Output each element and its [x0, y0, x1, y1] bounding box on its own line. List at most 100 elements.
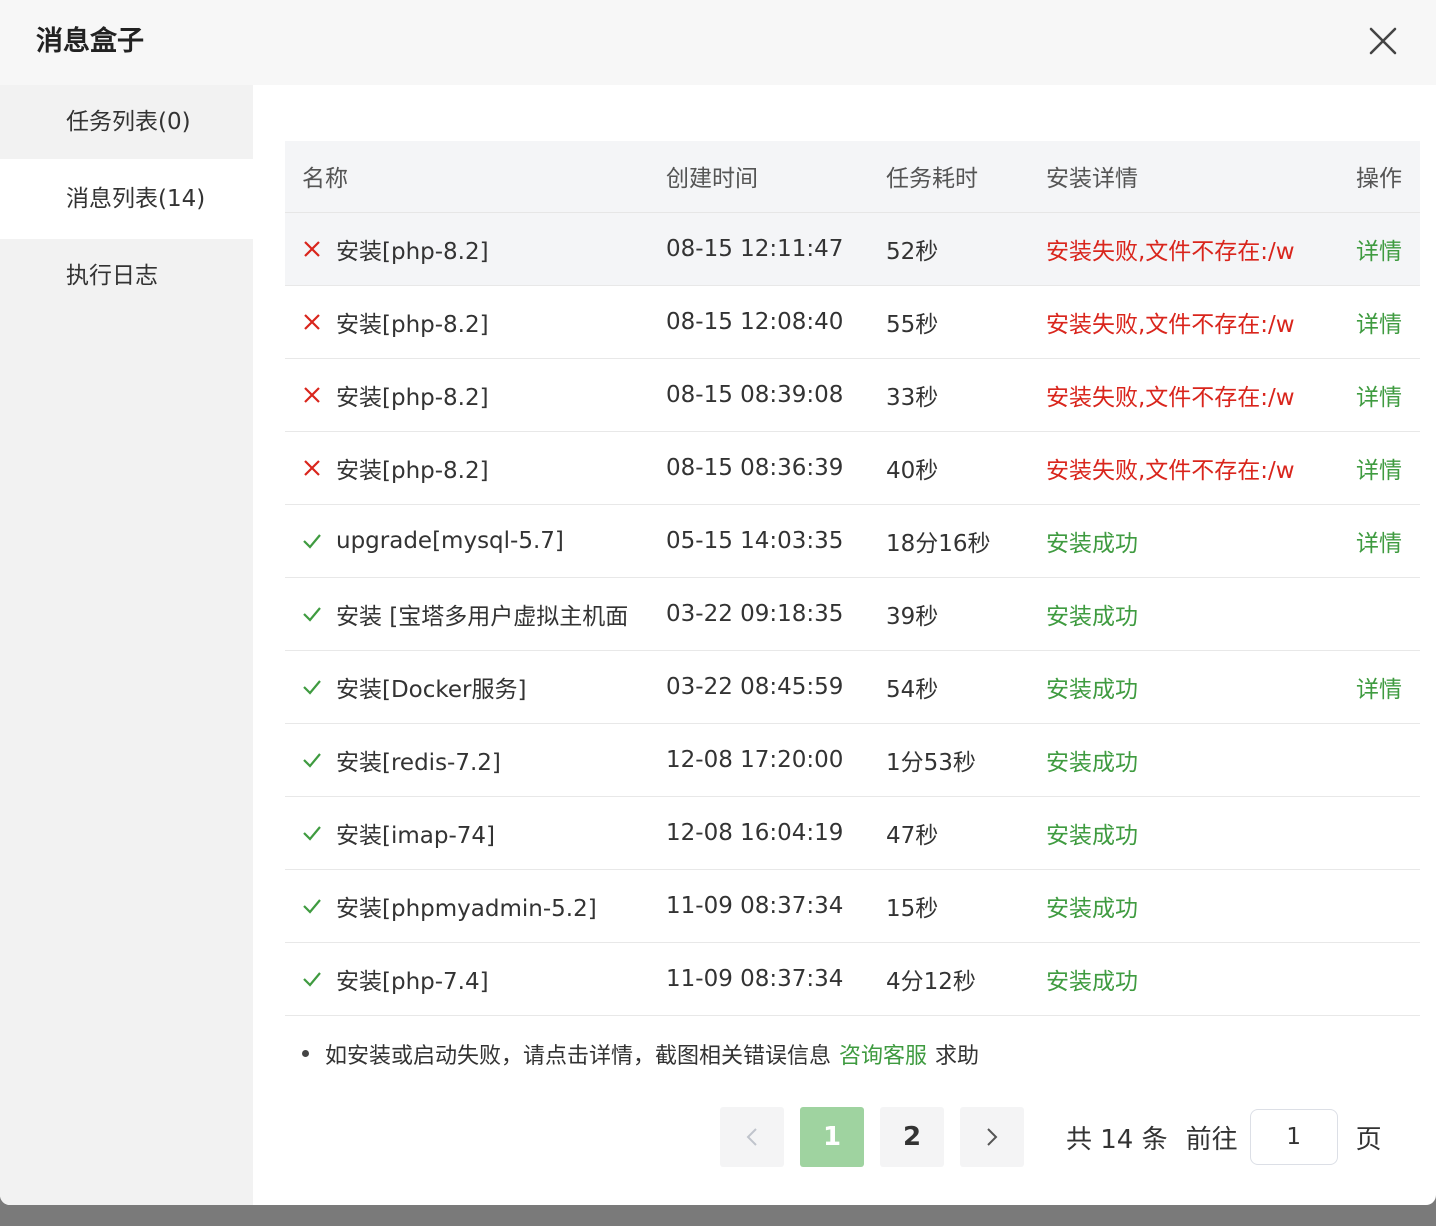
close-icon[interactable] [1368, 26, 1398, 56]
cell-install-detail: 安装失败,文件不存在:/w [1046, 311, 1295, 338]
cell-created-time: 12-08 16:04:19 [666, 819, 844, 846]
cell-created-time: 08-15 08:39:08 [666, 381, 844, 408]
cell-name: 安装[php-8.2] [285, 431, 666, 504]
cell-install-detail: 安装成功 [1046, 676, 1138, 703]
cell-duration: 15秒 [886, 895, 939, 922]
table-header-row: 名称 创建时间 任务耗时 安装详情 操作 [285, 141, 1420, 213]
column-header-duration: 任务耗时 [886, 141, 1046, 213]
table-row: 安装 [宝塔多用户虚拟主机面 03-22 09:18:35 39秒 安装成功 [285, 577, 1420, 650]
column-header-install-detail: 安装详情 [1046, 141, 1356, 213]
cell-name: 安装[phpmyadmin-5.2] [285, 869, 666, 942]
task-name: upgrade[mysql-5.7] [336, 527, 564, 554]
column-header-action: 操作 [1356, 141, 1420, 213]
cell-install-detail: 安装失败,文件不存在:/w [1046, 384, 1295, 411]
detail-link [1356, 796, 1420, 869]
detail-link [1356, 869, 1420, 942]
sidebar-item-message-list[interactable]: 消息列表(14) [0, 159, 253, 239]
sidebar: 任务列表(0) 消息列表(14) 执行日志 [0, 85, 253, 1205]
dialog-title: 消息盒子 [36, 26, 144, 57]
detail-link[interactable]: 详情 [1356, 431, 1420, 504]
cell-name: 安装[redis-7.2] [285, 723, 666, 796]
task-name: 安装[php-8.2] [336, 457, 489, 484]
column-header-created-time: 创建时间 [666, 141, 886, 213]
cell-duration: 52秒 [886, 238, 939, 265]
cell-duration: 18分16秒 [886, 530, 991, 557]
cell-name: 安装[imap-74] [285, 796, 666, 869]
next-page-button[interactable] [960, 1107, 1024, 1167]
cell-duration: 39秒 [886, 603, 939, 630]
cell-created-time: 11-09 08:37:34 [666, 892, 844, 919]
detail-link [1356, 723, 1420, 796]
cell-name: upgrade[mysql-5.7] [285, 504, 666, 577]
cell-install-detail: 安装成功 [1046, 968, 1138, 995]
goto-label: 前往 [1185, 1124, 1238, 1155]
task-name: 安装[phpmyadmin-5.2] [336, 895, 597, 922]
cell-install-detail: 安装成功 [1046, 603, 1138, 630]
cross-icon [304, 459, 320, 476]
task-name: 安装[imap-74] [336, 822, 496, 849]
cell-duration: 33秒 [886, 384, 939, 411]
task-name: 安装[php-7.4] [336, 968, 489, 995]
cell-install-detail: 安装失败,文件不存在:/w [1046, 238, 1295, 265]
name-wrap: upgrade[mysql-5.7] [302, 528, 666, 554]
cell-created-time: 08-15 12:11:47 [666, 235, 844, 262]
detail-link[interactable]: 详情 [1356, 285, 1420, 358]
sidebar-item-task-list[interactable]: 任务列表(0) [0, 85, 253, 159]
message-table: 名称 创建时间 任务耗时 安装详情 操作 安装[php-8.2] 08-15 12… [285, 141, 1420, 1016]
cell-install-detail: 安装成功 [1046, 895, 1138, 922]
table-row: 安装[php-8.2] 08-15 08:39:08 33秒 安装失败,文件不存在:/… [285, 358, 1420, 431]
check-icon [303, 752, 321, 768]
cell-name: 安装[Docker服务] [285, 650, 666, 723]
name-wrap: 安装[phpmyadmin-5.2] [302, 889, 666, 923]
task-name: 安装[php-8.2] [336, 384, 489, 411]
check-icon [303, 679, 321, 695]
cross-icon [304, 313, 320, 330]
cell-created-time: 12-08 17:20:00 [666, 746, 844, 773]
check-icon [303, 898, 321, 914]
detail-link[interactable]: 详情 [1356, 358, 1420, 431]
cell-name: 安装[php-8.2] [285, 212, 666, 285]
name-wrap: 安装[php-7.4] [302, 962, 666, 996]
check-icon [303, 971, 321, 987]
check-icon [303, 533, 321, 549]
task-name: 安装[redis-7.2] [336, 749, 501, 776]
cell-created-time: 03-22 08:45:59 [666, 673, 844, 700]
detail-link[interactable]: 详情 [1356, 504, 1420, 577]
table-row: 安装[php-7.4] 11-09 08:37:34 4分12秒 安装成功 [285, 942, 1420, 1015]
cell-duration: 47秒 [886, 822, 939, 849]
cell-install-detail: 安装成功 [1046, 749, 1138, 776]
cell-created-time: 08-15 12:08:40 [666, 308, 844, 335]
cell-name: 安装[php-8.2] [285, 285, 666, 358]
name-wrap: 安装[redis-7.2] [302, 743, 666, 777]
detail-link [1356, 942, 1420, 1015]
chevron-left-icon [746, 1128, 757, 1146]
cell-install-detail: 安装成功 [1046, 822, 1138, 849]
cell-install-detail: 安装成功 [1046, 530, 1138, 557]
total-count: 共 14 条 [1066, 1124, 1168, 1155]
page-button-2[interactable]: 2 [880, 1107, 944, 1167]
page-button-1[interactable]: 1 [800, 1107, 864, 1167]
cell-duration: 40秒 [886, 457, 939, 484]
detail-link [1356, 577, 1420, 650]
name-wrap: 安装[php-8.2] [302, 451, 666, 485]
sidebar-item-exec-log[interactable]: 执行日志 [0, 239, 253, 313]
cell-created-time: 03-22 09:18:35 [666, 600, 844, 627]
cell-install-detail: 安装失败,文件不存在:/w [1046, 457, 1295, 484]
table-row: 安装[php-8.2] 08-15 12:11:47 52秒 安装失败,文件不存在:/… [285, 212, 1420, 285]
goto-page-input[interactable] [1249, 1109, 1338, 1165]
cell-name: 安装 [宝塔多用户虚拟主机面 [285, 577, 666, 650]
cross-icon [304, 240, 320, 257]
contact-support-link[interactable]: 咨询客服 [839, 1038, 927, 1070]
table-row: upgrade[mysql-5.7] 05-15 14:03:35 18分16秒 安装… [285, 504, 1420, 577]
tip-suffix: 求助 [935, 1043, 980, 1069]
name-wrap: 安装 [宝塔多用户虚拟主机面 [302, 597, 666, 631]
name-wrap: 安装[php-8.2] [302, 232, 666, 266]
check-icon [303, 606, 321, 622]
cell-created-time: 08-15 08:36:39 [666, 454, 844, 481]
detail-link[interactable]: 详情 [1356, 212, 1420, 285]
cross-icon [304, 386, 320, 403]
prev-page-button[interactable] [720, 1107, 784, 1167]
detail-link[interactable]: 详情 [1356, 650, 1420, 723]
tip-text: 如安装或启动失败，请点击详情，截图相关错误信息 [325, 1043, 832, 1069]
task-name: 安装[php-8.2] [336, 311, 489, 338]
